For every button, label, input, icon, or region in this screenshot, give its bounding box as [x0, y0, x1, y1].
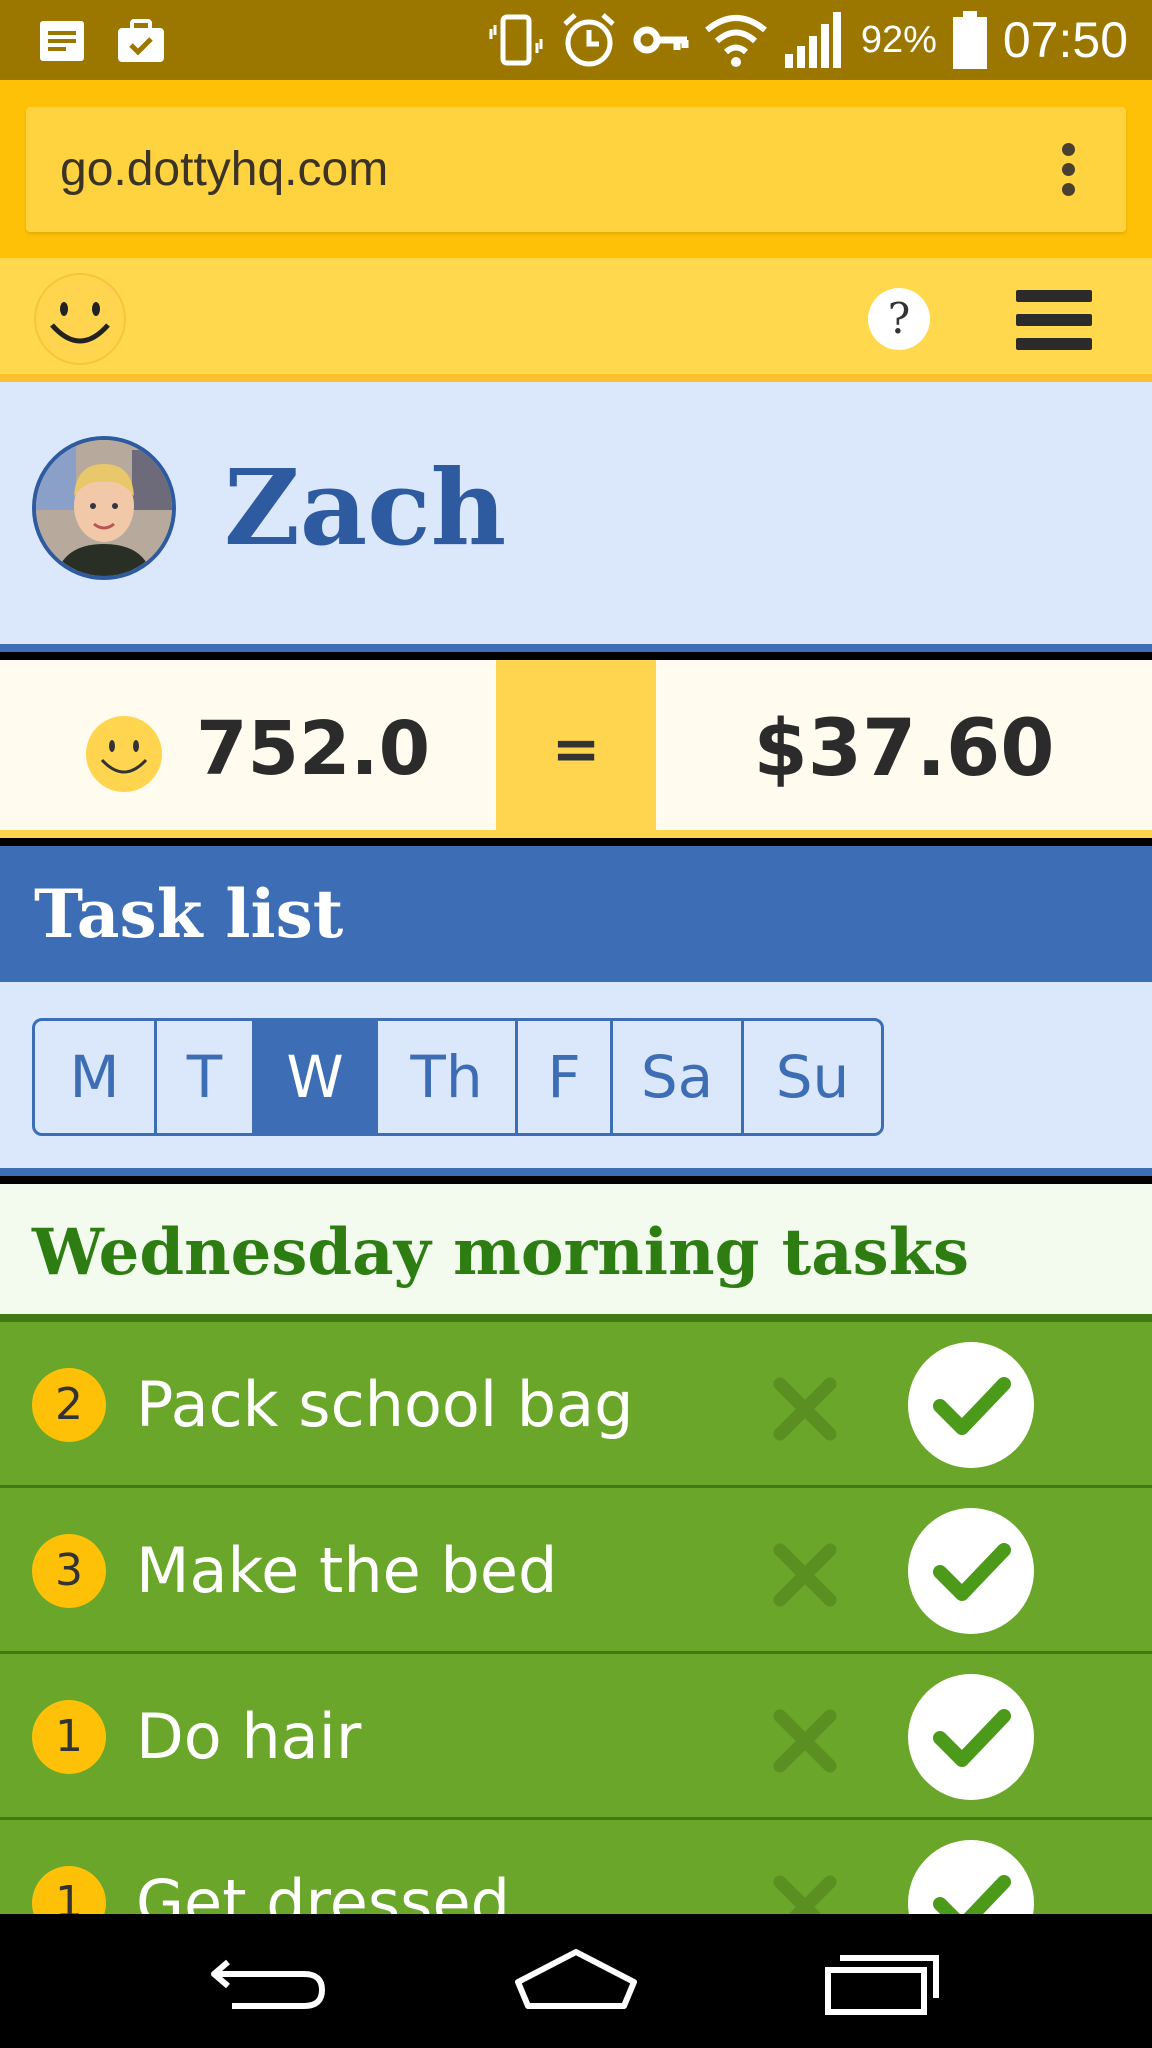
- vibrate-icon: [487, 11, 545, 69]
- balance-bar: 752.0 = $37.60: [0, 660, 1152, 838]
- equals-sign: =: [496, 660, 656, 838]
- day-tabs: M T W Th F Sa Su: [32, 1018, 884, 1136]
- address-bar[interactable]: go.dottyhq.com: [26, 107, 1126, 232]
- smiley-logo-icon[interactable]: [34, 273, 126, 365]
- check-icon[interactable]: [908, 1840, 1034, 1914]
- check-icon[interactable]: [908, 1508, 1034, 1634]
- task-label: Get dressed: [136, 1866, 510, 1914]
- tab-thursday[interactable]: Th: [378, 1021, 518, 1133]
- url-text[interactable]: go.dottyhq.com: [60, 107, 388, 232]
- task-row: 1 Get dressed: [0, 1820, 1152, 1914]
- money-total: $37.60: [753, 704, 1055, 794]
- more-vert-icon[interactable]: [1062, 143, 1076, 197]
- app-header: ?: [0, 258, 1152, 382]
- close-icon[interactable]: [770, 1540, 840, 1610]
- tab-wednesday[interactable]: W: [255, 1021, 378, 1133]
- help-button[interactable]: ?: [868, 288, 930, 350]
- system-nav-bar: [0, 1914, 1152, 2048]
- briefcase-check-icon: [116, 18, 166, 64]
- battery-icon: [951, 9, 989, 71]
- avatar[interactable]: [32, 436, 176, 580]
- browser-toolbar: go.dottyhq.com: [0, 80, 1152, 258]
- recents-icon[interactable]: [800, 1936, 960, 2026]
- task-points-badge: 2: [32, 1368, 106, 1442]
- close-icon[interactable]: [770, 1374, 840, 1444]
- task-points-badge: 3: [32, 1534, 106, 1608]
- task-row: 2 Pack school bag: [0, 1322, 1152, 1488]
- tab-tuesday[interactable]: T: [157, 1021, 255, 1133]
- task-points-badge: 1: [32, 1700, 106, 1774]
- tab-friday[interactable]: F: [518, 1021, 613, 1133]
- task-row: 1 Do hair: [0, 1654, 1152, 1820]
- check-icon[interactable]: [908, 1674, 1034, 1800]
- task-label: Make the bed: [136, 1534, 558, 1607]
- task-row: 3 Make the bed: [0, 1488, 1152, 1654]
- home-icon[interactable]: [496, 1936, 656, 2026]
- hamburger-menu-icon[interactable]: [1016, 290, 1092, 350]
- wifi-icon: [703, 12, 769, 68]
- status-bar: 92% 07:50: [0, 0, 1152, 80]
- smiley-coin-icon: [86, 716, 162, 792]
- signal-icon: [783, 10, 847, 70]
- tab-sunday[interactable]: Su: [744, 1021, 881, 1133]
- profile-banner: Zach: [0, 382, 1152, 652]
- battery-percent: 92%: [860, 18, 937, 61]
- task-label: Do hair: [136, 1700, 362, 1773]
- section-title: Wednesday morning tasks: [32, 1215, 970, 1290]
- task-list-title: Task list: [34, 875, 344, 953]
- notes-icon: [38, 19, 86, 63]
- task-section-header: Wednesday morning tasks: [0, 1184, 1152, 1322]
- day-selector: M T W Th F Sa Su: [0, 982, 1152, 1176]
- child-name: Zach: [224, 446, 507, 569]
- task-list-header: Task list: [0, 846, 1152, 982]
- check-icon[interactable]: [908, 1342, 1034, 1468]
- task-list: 2 Pack school bag 3 Make the bed 1 Do ha…: [0, 1322, 1152, 1914]
- clock: 07:50: [1002, 12, 1128, 68]
- back-icon[interactable]: [192, 1936, 352, 2026]
- task-points-badge: 1: [32, 1866, 106, 1914]
- close-icon[interactable]: [770, 1706, 840, 1776]
- points-total: 752.0: [196, 706, 431, 792]
- task-label: Pack school bag: [136, 1368, 634, 1441]
- vpn-key-icon: [633, 20, 689, 60]
- close-icon[interactable]: [770, 1872, 840, 1914]
- alarm-icon: [559, 10, 619, 70]
- tab-monday[interactable]: M: [35, 1021, 157, 1133]
- tab-saturday[interactable]: Sa: [613, 1021, 744, 1133]
